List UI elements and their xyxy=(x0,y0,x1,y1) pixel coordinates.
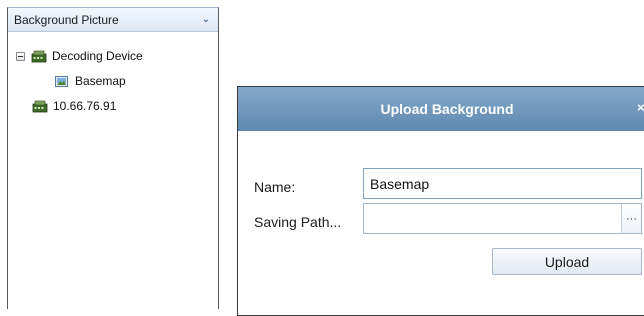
saving-path-input[interactable] xyxy=(363,203,622,234)
image-icon xyxy=(55,75,68,87)
browse-button[interactable]: ··· xyxy=(621,203,642,234)
decoding-device-icon xyxy=(32,100,48,112)
chevron-down-icon[interactable]: ⌄ xyxy=(200,14,212,25)
name-input[interactable] xyxy=(363,168,642,199)
tree-node-label: Basemap xyxy=(75,74,126,88)
close-icon[interactable]: × xyxy=(637,100,644,116)
upload-button[interactable]: Upload xyxy=(492,248,642,275)
tree-node-label: 10.66.76.91 xyxy=(53,99,117,113)
dialog-title: Upload Background xyxy=(380,101,514,117)
panel-header[interactable]: Background Picture ⌄ xyxy=(8,8,218,32)
tree-node-device-ip[interactable]: 10.66.76.91 xyxy=(32,96,116,116)
tree-node-decoding-device[interactable]: Decoding Device xyxy=(16,46,143,66)
tree-node-basemap[interactable]: Basemap xyxy=(55,71,126,91)
collapse-icon[interactable] xyxy=(16,51,25,61)
decoding-device-icon xyxy=(31,50,47,62)
name-label: Name: xyxy=(254,179,296,195)
saving-path-label: Saving Path... xyxy=(254,214,342,230)
dialog-titlebar[interactable]: Upload Background × xyxy=(238,87,644,131)
background-picture-panel: Background Picture ⌄ Decoding Device Bas… xyxy=(7,7,219,309)
upload-background-dialog: Upload Background × Name: Saving Path...… xyxy=(237,86,644,316)
tree-node-label: Decoding Device xyxy=(52,49,143,63)
panel-title: Background Picture xyxy=(14,12,119,27)
